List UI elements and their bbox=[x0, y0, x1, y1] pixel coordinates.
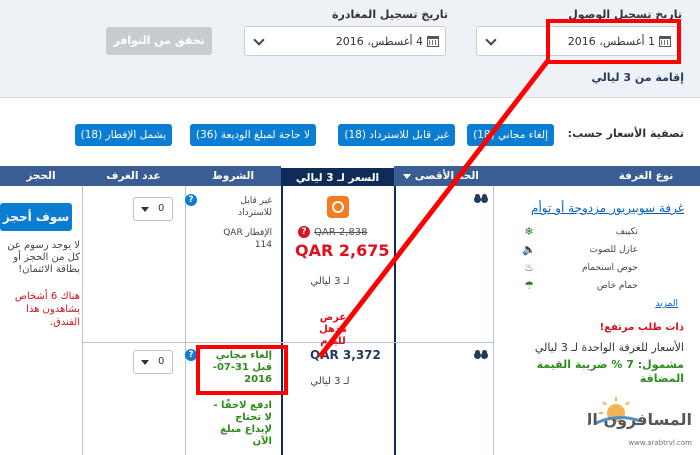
feature-ac: تكييف bbox=[615, 227, 638, 237]
checkout-label: تاريخ تسجيل المغادرة bbox=[332, 8, 448, 21]
annotation-box-cancellation bbox=[196, 345, 288, 395]
filter-non-refundable[interactable]: غير قابل للاسترداد (18) bbox=[338, 124, 455, 146]
col-price[interactable]: السعر لـ 3 ليالي bbox=[281, 166, 394, 186]
more-link[interactable]: المزيد bbox=[655, 299, 678, 309]
bathtub-icon: ♨ bbox=[524, 261, 534, 274]
deal-badge bbox=[327, 196, 349, 218]
booking-note-line: بطاقة الائتمان! bbox=[18, 264, 80, 275]
rooms-qty-select[interactable]: 0 bbox=[133, 197, 173, 221]
nights-label: لـ 3 ليالي bbox=[310, 376, 350, 387]
snowflake-icon: ❄ bbox=[524, 225, 534, 238]
sort-down-icon bbox=[403, 173, 412, 179]
col-max-label: الحد الأقصى bbox=[414, 170, 479, 182]
rooms-qty-value: 0 bbox=[158, 203, 165, 214]
annotation-arrow-line bbox=[317, 58, 550, 359]
caret-down-icon bbox=[141, 360, 149, 365]
rooms-qty-value: 0 bbox=[158, 356, 165, 367]
rooms-table-header: نوع الغرفة الحد الأقصى السعر لـ 3 ليالي … bbox=[0, 166, 700, 186]
rooms-qty-select[interactable]: 0 bbox=[133, 350, 173, 374]
two-persons-icon bbox=[474, 194, 488, 202]
annotation-box-checkin bbox=[546, 19, 681, 64]
speaker-icon: 🔈 bbox=[522, 243, 536, 256]
high-demand-label: ذات طلب مرتفع! bbox=[599, 322, 684, 333]
booking-note: لا يوجد رسوم عن كل من الحجز أو بطاقة الا… bbox=[0, 240, 80, 276]
watermark-logo: المسافرون العرب www.arabtrvl.com bbox=[551, 397, 692, 447]
info-icon[interactable]: ? bbox=[298, 226, 310, 238]
chevron-down-icon bbox=[253, 34, 265, 46]
viewers-alert: هناك 6 أشخاص يشاهدون هذا الفندق. bbox=[14, 291, 80, 328]
caret-down-icon bbox=[141, 207, 149, 212]
nights-label: لـ 3 ليالي bbox=[310, 276, 350, 287]
chevron-down-icon bbox=[485, 34, 497, 46]
divider bbox=[185, 186, 186, 455]
site-watermark: المسافرون العرب www.arabtrvl.com bbox=[551, 393, 698, 455]
help-icon[interactable]: ? bbox=[185, 194, 197, 206]
calendar-icon bbox=[427, 35, 439, 47]
deal-price: QAR 2,675 bbox=[295, 241, 390, 260]
divider bbox=[493, 186, 494, 455]
feature-soundproof: عازل للصوت bbox=[589, 245, 638, 255]
old-price: QAR 2,838 bbox=[314, 227, 368, 238]
watermark-url: www.arabtrvl.com bbox=[628, 439, 692, 447]
feature-bathtub: حوض استحمام bbox=[581, 263, 638, 273]
divider bbox=[394, 186, 396, 455]
condition-non-refundable: غير قابل للاسترداد bbox=[238, 196, 272, 218]
clock-icon bbox=[332, 201, 344, 213]
book-button[interactable]: سوف أحجز bbox=[0, 203, 72, 231]
two-persons-icon bbox=[474, 350, 488, 358]
conditions-list: غير قابل للاسترداد الإفطار QAR 114 bbox=[214, 195, 272, 251]
feature-private-bathroom: حمام خاص bbox=[596, 281, 638, 291]
col-rooms: عدد الغرف bbox=[106, 170, 161, 182]
booking-note-line: لا يوجد رسوم عن bbox=[7, 240, 80, 251]
watermark-text: المسافرون العرب bbox=[588, 410, 692, 429]
col-max-occupancy[interactable]: الحد الأقصى bbox=[394, 166, 484, 186]
check-availability-button[interactable]: تحقق من التوافر bbox=[106, 27, 212, 55]
checkout-date-value: 4 أغسطس، 2016 bbox=[335, 34, 423, 48]
shower-icon: ☂ bbox=[524, 279, 534, 292]
tax-note: مشمول: 7 % ضريبة القيمة المضافة bbox=[536, 358, 684, 385]
condition-breakfast: الإفطار QAR 114 bbox=[223, 228, 272, 250]
col-booking: الحجز bbox=[26, 170, 56, 182]
room-name-link[interactable]: غرفة سوبيريور مزدوجة أو توأم bbox=[531, 201, 684, 215]
col-room-type: نوع الغرفة bbox=[618, 170, 674, 182]
divider bbox=[281, 186, 283, 455]
filter-label: تصفية الأسعار حسب: bbox=[567, 127, 684, 140]
price-note: الأسعار للغرفة الواحدة لـ 3 ليالي bbox=[534, 341, 684, 354]
booking-note-line: كل من الحجز أو bbox=[13, 252, 80, 263]
stay-length: إقامة من 3 ليالي bbox=[591, 71, 684, 84]
col-conditions: الشروط bbox=[211, 170, 255, 182]
checkout-date-field[interactable]: 4 أغسطس، 2016 bbox=[244, 26, 446, 56]
condition-pay-later: ادفع لاحقًا - لا تحتاج لإيداع مبلغ الآن bbox=[213, 400, 272, 447]
filter-no-deposit[interactable]: لا حاجة لمبلغ الوديعة (36) bbox=[189, 124, 316, 146]
divider bbox=[82, 186, 83, 455]
row-divider bbox=[82, 342, 493, 343]
filter-breakfast[interactable]: يشمل الإفطار (18) bbox=[74, 124, 172, 146]
